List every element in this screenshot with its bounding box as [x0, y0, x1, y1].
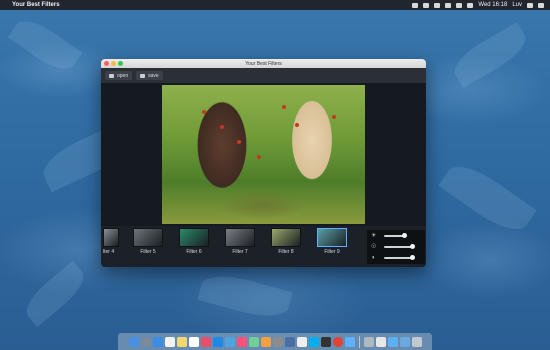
filter-strip: lter 4 Filter 5 Filter 6 Filter 7 Filter 8 Fi…: [101, 226, 426, 267]
reminders-icon[interactable]: [188, 336, 199, 347]
save-button[interactable]: save: [136, 71, 163, 80]
preferences-icon[interactable]: [272, 336, 283, 347]
terminal-icon[interactable]: [320, 336, 331, 347]
app-window: Your Best Filters open save lter 4 Filter…: [101, 59, 426, 267]
search-icon[interactable]: [527, 2, 533, 8]
filter-thumb[interactable]: Filter 9: [315, 228, 349, 260]
save-icon: [140, 73, 146, 78]
app-store-icon[interactable]: [212, 336, 223, 347]
filter-thumb[interactable]: lter 4: [103, 228, 119, 260]
photos2-icon[interactable]: [363, 336, 374, 347]
slider-track[interactable]: [384, 244, 415, 249]
ibooks-icon[interactable]: [260, 336, 271, 347]
filter-thumb-label: Filter 6: [186, 249, 202, 255]
filter-thumb-image: [271, 228, 301, 247]
filter-thumb-label: Filter 9: [324, 249, 340, 255]
slider-knob[interactable]: [410, 244, 415, 249]
volume-icon[interactable]: [456, 2, 463, 8]
calendar-icon[interactable]: [164, 336, 175, 347]
toolbar: open save: [101, 68, 426, 83]
slider-track[interactable]: [384, 255, 415, 260]
mail-icon[interactable]: [224, 336, 235, 347]
downloads-icon[interactable]: [399, 336, 410, 347]
filter-thumb[interactable]: Filter 5: [131, 228, 165, 260]
filter-thumb-image: [225, 228, 255, 247]
status-area: Wed 16:18 Luv: [412, 2, 544, 8]
image-canvas: [101, 83, 426, 226]
window-title: Your Best Filters: [245, 60, 282, 67]
filter-thumb-label: lter 4: [103, 249, 115, 255]
textedit-icon[interactable]: [296, 336, 307, 347]
menu-bar: Your Best Filters Wed 16:18 Luv: [0, 0, 550, 10]
photo-preview: [162, 85, 365, 224]
launchpad-icon[interactable]: [140, 336, 151, 347]
document-icon[interactable]: [375, 336, 386, 347]
xcode-icon[interactable]: [284, 336, 295, 347]
filters-app-icon[interactable]: [344, 336, 355, 347]
exposure-icon: ☉: [371, 244, 377, 250]
open-label: open: [117, 72, 129, 79]
skype-icon[interactable]: [308, 336, 319, 347]
user-name[interactable]: Luv: [512, 2, 522, 8]
slider-contrast: ◑: [371, 254, 423, 262]
contrast-icon: ◑: [371, 255, 375, 261]
slider-knob[interactable]: [410, 255, 415, 260]
filter-thumb-image: [103, 228, 119, 247]
chrome-icon[interactable]: [332, 336, 343, 347]
music-icon[interactable]: [236, 336, 247, 347]
trash-icon[interactable]: [411, 336, 422, 347]
save-label: save: [148, 72, 159, 79]
filter-thumb-image: [317, 228, 347, 247]
bluetooth-icon[interactable]: [445, 2, 452, 8]
slider-track[interactable]: [384, 233, 407, 238]
open-button[interactable]: open: [105, 71, 133, 80]
safari-icon[interactable]: [152, 336, 163, 347]
adjustment-panel: ☀ ☉ ◑: [367, 230, 425, 264]
battery-icon[interactable]: [467, 2, 474, 8]
dock: [118, 333, 432, 350]
filter-thumb-label: Filter 5: [140, 249, 156, 255]
wifi-icon[interactable]: [434, 2, 441, 8]
photos-icon[interactable]: [200, 336, 211, 347]
notes-icon[interactable]: [176, 336, 187, 347]
filter-list: lter 4 Filter 5 Filter 6 Filter 7 Filter 8 Fi…: [101, 228, 369, 260]
filter-thumb[interactable]: Filter 7: [223, 228, 257, 260]
dropbox-icon[interactable]: [412, 2, 419, 8]
cloud-icon[interactable]: [423, 2, 430, 8]
notifications-icon[interactable]: [538, 2, 544, 8]
filter-thumb-label: Filter 7: [232, 249, 248, 255]
slider-brightness: ☀: [371, 232, 423, 240]
clock[interactable]: Wed 16:18: [478, 2, 507, 8]
folder-icon[interactable]: [387, 336, 398, 347]
filter-thumb[interactable]: Filter 8: [269, 228, 303, 260]
filter-thumb[interactable]: Filter 6: [177, 228, 211, 260]
title-bar: Your Best Filters: [101, 59, 426, 68]
folder-icon: [109, 73, 114, 78]
maps-icon[interactable]: [248, 336, 259, 347]
filter-thumb-image: [133, 228, 163, 247]
brightness-icon: ☀: [371, 233, 377, 239]
menubar-app-name[interactable]: Your Best Filters: [12, 2, 60, 8]
slider-exposure: ☉: [371, 243, 423, 251]
filter-thumb-image: [179, 228, 209, 247]
finder-icon[interactable]: [128, 336, 139, 347]
filter-thumb-label: Filter 8: [278, 249, 294, 255]
slider-knob[interactable]: [402, 233, 407, 238]
dock-separator: [358, 335, 360, 348]
